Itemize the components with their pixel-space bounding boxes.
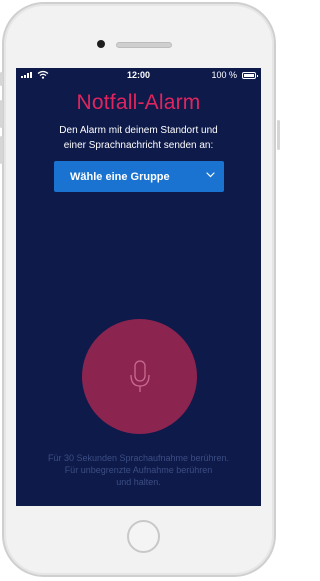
microphone-icon — [129, 359, 150, 392]
instruction-text: Den Alarm mit deinem Standort und einer … — [36, 123, 241, 153]
chevron-down-icon — [206, 172, 215, 178]
group-select-label: Wähle eine Gruppe — [70, 170, 170, 183]
instruction-line-1: Den Alarm mit deinem Standort und — [59, 125, 218, 136]
battery-percentage: 100 % — [211, 70, 237, 80]
recording-hint: Für 30 Sekunden Sprachaufnahme berühren.… — [26, 452, 251, 488]
status-bar: 12:00 100 % — [16, 68, 261, 83]
page-title: Notfall-Alarm — [76, 91, 201, 114]
home-button[interactable] — [127, 520, 160, 553]
record-voice-button[interactable] — [82, 319, 197, 434]
side-button-power[interactable] — [277, 120, 280, 150]
side-button-silent[interactable] — [0, 72, 3, 86]
side-button-volume-up[interactable] — [0, 100, 3, 128]
app-screen: 12:00 100 % Notfall-Alarm Den Alarm mit … — [16, 68, 261, 506]
group-select-dropdown[interactable]: Wähle eine Gruppe — [54, 161, 224, 192]
battery-icon — [242, 72, 258, 79]
instruction-line-2: einer Sprachnachricht senden an: — [63, 140, 214, 151]
earpiece-speaker — [116, 42, 172, 48]
front-camera — [97, 40, 105, 48]
hint-line-2: Für unbegrenzte Aufnahme berühren — [64, 465, 213, 475]
side-button-volume-down[interactable] — [0, 136, 3, 164]
hint-line-1: Für 30 Sekunden Sprachaufnahme berühren. — [47, 453, 230, 463]
hint-line-3: und halten. — [116, 477, 161, 487]
